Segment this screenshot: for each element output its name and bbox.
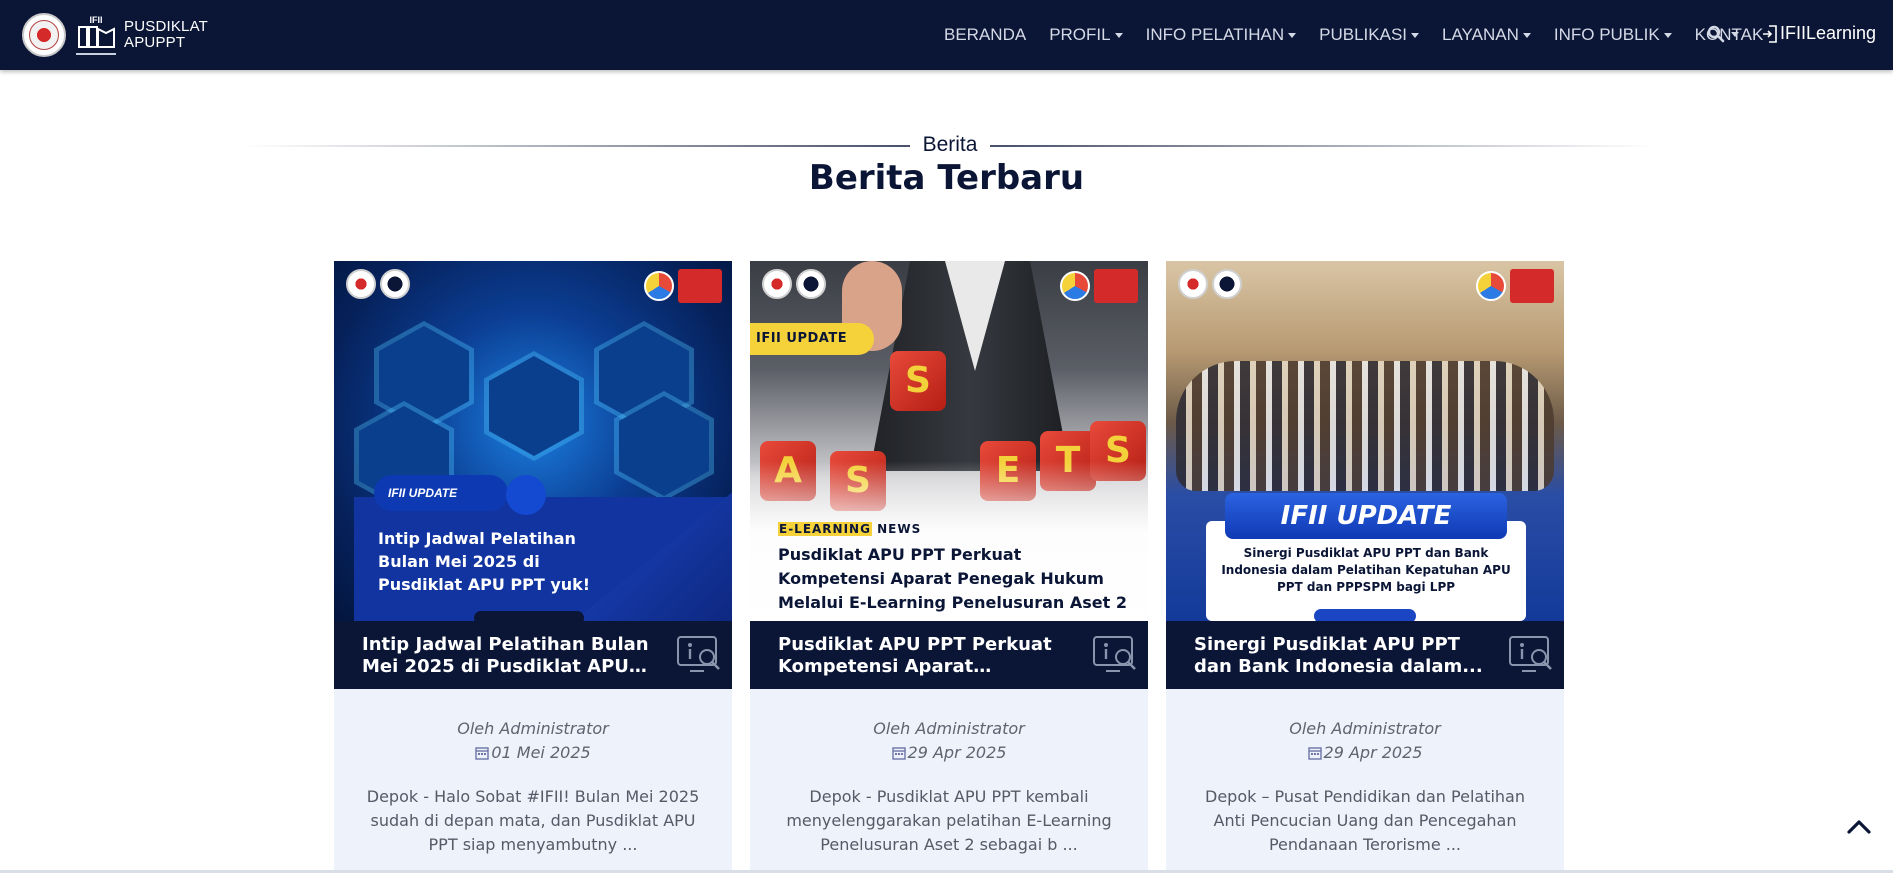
news-image[interactable]: IFII UPDATE Intip Jadwal Pelatihan Bulan… xyxy=(334,261,732,621)
card-title-band[interactable]: Sinergi Pusdiklat APU PPT dan Bank Indon… xyxy=(1166,621,1564,689)
news-card[interactable]: IFII UPDATE Intip Jadwal Pelatihan Bulan… xyxy=(334,261,732,873)
card-excerpt: Depok – Pusat Pendidikan dan Pelatihan A… xyxy=(1205,787,1525,854)
image-headline: Sinergi Pusdiklat APU PPT dan Bank Indon… xyxy=(1221,546,1511,594)
caret-down-icon xyxy=(1663,32,1672,38)
nav-profil[interactable]: PROFIL xyxy=(1049,25,1123,45)
search-info-icon xyxy=(1509,636,1552,672)
brand-name: PUSDIKLAT APUPPT xyxy=(124,18,209,51)
partner-logos xyxy=(762,269,830,299)
group-photo xyxy=(1176,361,1554,491)
search-dropdown-toggle[interactable] xyxy=(1707,25,1739,43)
anniversary-logos xyxy=(644,269,722,303)
news-image[interactable]: S A S E T S IFII UPDATE E-LEARNING NEWS … xyxy=(750,261,1148,621)
caret-down-icon xyxy=(1411,32,1420,38)
search-icon xyxy=(1707,25,1725,43)
search-info-icon xyxy=(1093,636,1136,672)
partner-logos xyxy=(1178,269,1246,299)
card-title[interactable]: Sinergi Pusdiklat APU PPT dan Bank Indon… xyxy=(1194,634,1494,678)
search-info-icon xyxy=(677,636,720,672)
main-menu: BERANDA PROFIL INFO PELATIHAN PUBLIKASI … xyxy=(944,0,1786,70)
chevron-up-icon[interactable] xyxy=(1846,814,1872,840)
section-kicker: Berita xyxy=(922,133,978,156)
caret-down-icon xyxy=(1114,32,1123,38)
caret-down-icon xyxy=(1731,31,1739,37)
top-navbar: IFII PUSDIKLAT APUPPT BERANDA PROFIL INF… xyxy=(0,0,1893,70)
nav-info-pelatihan[interactable]: INFO PELATIHAN xyxy=(1146,25,1297,45)
card-title[interactable]: Pusdiklat APU PPT Perkuat Kompetensi Apa… xyxy=(778,634,1078,678)
calendar-icon xyxy=(891,747,906,760)
card-excerpt: Depok - Pusdiklat APU PPT kembali menyel… xyxy=(786,787,1112,854)
ifiilearning-login-link[interactable]: IFIILearning xyxy=(1761,23,1876,44)
anniversary-logos xyxy=(1476,269,1554,303)
card-date: 01 Mei 2025 xyxy=(334,741,732,765)
image-badge: IFII UPDATE xyxy=(1225,493,1507,539)
section-title: Berita Terbaru xyxy=(808,158,1085,198)
ifii-logo: IFII xyxy=(74,13,118,57)
brand[interactable]: IFII PUSDIKLAT APUPPT xyxy=(22,12,208,58)
card-excerpt: Depok - Halo Sobat #IFII! Bulan Mei 2025… xyxy=(366,787,700,854)
card-author: Oleh Administrator xyxy=(457,719,609,738)
nav-beranda[interactable]: BERANDA xyxy=(944,25,1026,45)
nav-info-publik[interactable]: INFO PUBLIK xyxy=(1554,25,1672,45)
caret-down-icon xyxy=(1288,32,1297,38)
calendar-icon xyxy=(1307,747,1322,760)
image-headline: Intip Jadwal Pelatihan Bulan Mei 2025 di… xyxy=(378,529,591,594)
card-date: 29 Apr 2025 xyxy=(750,741,1148,765)
news-card[interactable]: IFII UPDATE Sinergi Pusdiklat APU PPT da… xyxy=(1166,261,1564,873)
card-date: 29 Apr 2025 xyxy=(1166,741,1564,765)
card-author: Oleh Administrator xyxy=(1289,719,1441,738)
anniversary-logos xyxy=(1060,269,1138,303)
sign-in-icon xyxy=(1763,24,1777,43)
ppatk-seal-logo xyxy=(22,13,66,57)
card-title-band[interactable]: Pusdiklat APU PPT Perkuat Kompetensi Apa… xyxy=(750,621,1148,689)
image-badge: IFII UPDATE xyxy=(374,475,508,511)
card-author: Oleh Administrator xyxy=(873,719,1025,738)
news-image[interactable]: IFII UPDATE Sinergi Pusdiklat APU PPT da… xyxy=(1166,261,1564,621)
card-title[interactable]: Intip Jadwal Pelatihan Bulan Mei 2025 di… xyxy=(362,634,662,678)
card-title-band[interactable]: Intip Jadwal Pelatihan Bulan Mei 2025 di… xyxy=(334,621,732,689)
calendar-icon xyxy=(475,747,490,760)
news-card[interactable]: S A S E T S IFII UPDATE E-LEARNING NEWS … xyxy=(750,261,1148,873)
nav-layanan[interactable]: LAYANAN xyxy=(1442,25,1531,45)
image-kicker: E-LEARNING NEWS xyxy=(778,522,922,536)
caret-down-icon xyxy=(1522,32,1531,38)
image-badge: IFII UPDATE xyxy=(750,323,874,355)
partner-logos xyxy=(346,269,414,299)
book-logo-icon xyxy=(78,25,115,48)
image-headline: Pusdiklat APU PPT Perkuat Kompetensi Apa… xyxy=(778,545,1127,612)
nav-publikasi[interactable]: PUBLIKASI xyxy=(1319,25,1420,45)
